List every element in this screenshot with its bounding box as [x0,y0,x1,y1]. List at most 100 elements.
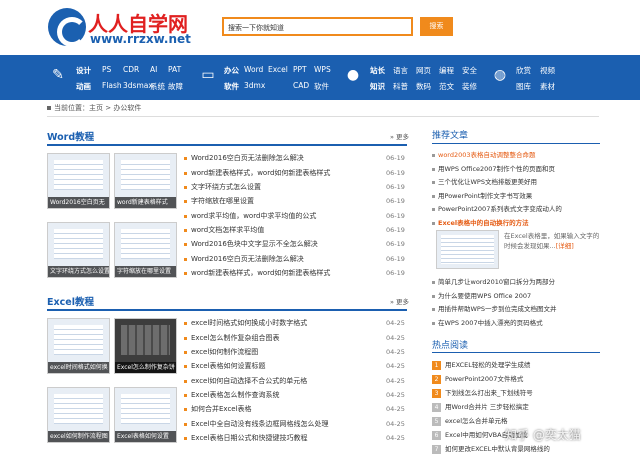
search-input[interactable]: 搜索一下你就知道 [222,17,413,36]
nav-link[interactable]: CAD [293,81,309,90]
search-button[interactable]: 搜索 [420,17,453,36]
hot-item[interactable]: 5 excel怎么合并单元格 [432,415,508,426]
nav-title[interactable]: 站长 [370,65,385,76]
more-label[interactable]: 更多 [396,298,409,306]
more-link-excel[interactable]: » 更多 [390,296,409,306]
thumbnail-caption[interactable]: excel如何制作流程图 [48,431,109,442]
logo-icon[interactable] [48,8,87,47]
nav-link[interactable]: 3dmx [244,81,265,90]
recommend-item[interactable]: 用PowerPoint制作文字书写效果 [432,190,532,200]
article-link[interactable]: Excel表格日期公式和快捷键技巧教程 [184,433,308,443]
hot-item-text[interactable]: 下划线怎么打出来_下划线符号 [445,389,533,397]
article-link[interactable]: 字符缩放在哪里设置 [184,196,254,206]
article-link[interactable]: Excel中全自动没有线条边框网格线怎么处理 [184,419,329,429]
more-link-word[interactable]: » 更多 [390,131,409,141]
article-link[interactable]: word求平均值，word中求平均值的公式 [184,211,316,221]
hot-item[interactable]: 3 下划线怎么打出来_下划线符号 [432,387,533,398]
article-link[interactable]: Word2016空白页无法删除怎么解决 [184,254,304,264]
nav-link[interactable]: PS [102,65,111,74]
thumbnail-caption[interactable]: Word2016空白页无 [48,197,109,208]
nav-link[interactable]: 素材 [540,81,555,92]
article-link[interactable]: Word2016空白页无法删除怎么解决 [184,153,304,163]
nav-link[interactable]: Excel [268,65,288,74]
section-title-excel[interactable]: Excel教程 [47,294,94,308]
nav-link[interactable]: 系统 [150,81,165,92]
nav-link[interactable]: 安全 [462,65,477,76]
thumbnail-caption[interactable]: excel时间格式如何换 [48,362,109,373]
nav-link[interactable]: 图库 [516,81,531,92]
thumbnail-caption[interactable]: 文字环绕方式怎么设置 [48,266,109,277]
hot-item[interactable]: 7 如何更改EXCEL中默认背景网格线的 [432,443,550,454]
recommend-item-featured[interactable]: Excel表格中的自动换行的方法 [432,217,529,227]
thumbnail-caption[interactable]: Excel怎么制作复杂饼 [115,362,176,373]
article-link[interactable]: excel时间格式如何换成小时数字格式 [184,318,307,328]
recommend-item[interactable]: 简单几步让word2010窗口拆分为两部分 [432,276,555,286]
article-thumbnail[interactable]: Excel表格如何设置 [114,387,177,443]
nav-link[interactable]: CDR [123,65,139,74]
article-link[interactable]: Word2016色块中文字显示不全怎么解决 [184,239,318,249]
nav-link[interactable]: 范文 [439,81,454,92]
article-thumbnail[interactable]: Excel怎么制作复杂饼 [114,318,177,374]
more-label[interactable]: 更多 [396,133,409,141]
hot-item[interactable]: 1 用EXCEL轻松的处理学生成绩 [432,359,530,370]
nav-link[interactable]: Flash [102,81,122,90]
nav-link[interactable]: 软件 [314,81,329,92]
nav-link[interactable]: 故障 [168,81,183,92]
nav-link[interactable]: 科普 [393,81,408,92]
detail-link[interactable]: [详细] [556,242,574,250]
article-link[interactable]: 文字环绕方式怎么设置 [184,182,261,192]
breadcrumb-current[interactable]: 办公软件 [113,104,141,112]
thumbnail-caption[interactable]: Excel表格如何设置 [115,431,176,442]
article-thumbnail[interactable]: 字符缩放在哪里设置 [114,222,177,278]
hot-item[interactable]: 2 PowerPoint2007文件格式 [432,373,523,384]
article-link[interactable]: word文档怎样求平均值 [184,225,264,235]
nav-link[interactable]: 语言 [393,65,408,76]
recommend-item[interactable]: 为什么要使用WPS Office 2007 [432,290,531,300]
hot-item-text[interactable]: 用EXCEL轻松的处理学生成绩 [445,361,530,369]
nav-link[interactable]: AI [150,65,157,74]
hot-item-text[interactable]: excel怎么合并单元格 [445,417,508,425]
nav-title[interactable]: 办公 [224,65,239,76]
hot-item-text[interactable]: 如何更改EXCEL中默认背景网格线的 [445,445,550,453]
nav-link[interactable]: 欣赏 [516,65,531,76]
article-link[interactable]: word新建表格样式，word如何新建表格样式 [184,168,330,178]
recommend-item[interactable]: PowerPoint2007系列表式文字变成动人的 [432,203,562,213]
nav-link[interactable]: Word [244,65,263,74]
nav-title[interactable]: 设计 [76,65,91,76]
breadcrumb-home[interactable]: 主页 [89,104,103,112]
nav-link[interactable]: 网页 [416,65,431,76]
article-link[interactable]: word新建表格样式，word如何新建表格样式 [184,268,330,278]
nav-link[interactable]: 编程 [439,65,454,76]
nav-link[interactable]: 数码 [416,81,431,92]
article-thumbnail[interactable]: excel时间格式如何换 [47,318,110,374]
article-thumbnail[interactable]: 文字环绕方式怎么设置 [47,222,110,278]
article-thumbnail[interactable]: excel如何制作流程图 [47,387,110,443]
recommend-item[interactable]: 用WPS Office2007制作个性的页面和页 [432,163,555,173]
article-link[interactable]: Excel怎么制作复杂组合图表 [184,333,280,343]
hot-item-text[interactable]: PowerPoint2007文件格式 [445,375,523,383]
article-link[interactable]: excel如何制作流程图 [184,347,258,357]
thumbnail-caption[interactable]: word新建表格样式 [115,197,176,208]
article-thumbnail[interactable]: word新建表格样式 [114,153,177,209]
recommend-item[interactable]: word2003表格自动调整整合命题 [432,149,536,159]
hot-item-text[interactable]: 用Word合并片 三步轻松搞定 [445,403,529,411]
featured-thumbnail[interactable] [436,230,499,269]
nav-link[interactable]: 视频 [540,65,555,76]
nav-link[interactable]: PAT [168,65,181,74]
nav-link[interactable]: PPT [293,65,307,74]
recommend-item[interactable]: 三个优化让WPS文档排版更美好用 [432,176,537,186]
nav-link[interactable]: 装修 [462,81,477,92]
nav-title[interactable]: 动画 [76,81,91,92]
article-link[interactable]: Excel表格如何设置标题 [184,361,266,371]
section-title-word[interactable]: Word教程 [47,129,94,143]
nav-link[interactable]: WPS [314,65,331,74]
thumbnail-caption[interactable]: 字符缩放在哪里设置 [115,266,176,277]
nav-title[interactable]: 知识 [370,81,385,92]
article-link[interactable]: Excel表格怎么制作查询系统 [184,390,280,400]
recommend-item[interactable]: 用插件帮助WPS一步到位完成文档图文并 [432,303,556,313]
article-link[interactable]: excel如何自动选择不合公式的单元格 [184,376,307,386]
hot-item[interactable]: 4 用Word合并片 三步轻松搞定 [432,401,529,412]
nav-link[interactable]: 3dsmax [123,81,153,90]
nav-title[interactable]: 软件 [224,81,239,92]
logo-url[interactable]: www.rrzxw.net [90,32,191,46]
